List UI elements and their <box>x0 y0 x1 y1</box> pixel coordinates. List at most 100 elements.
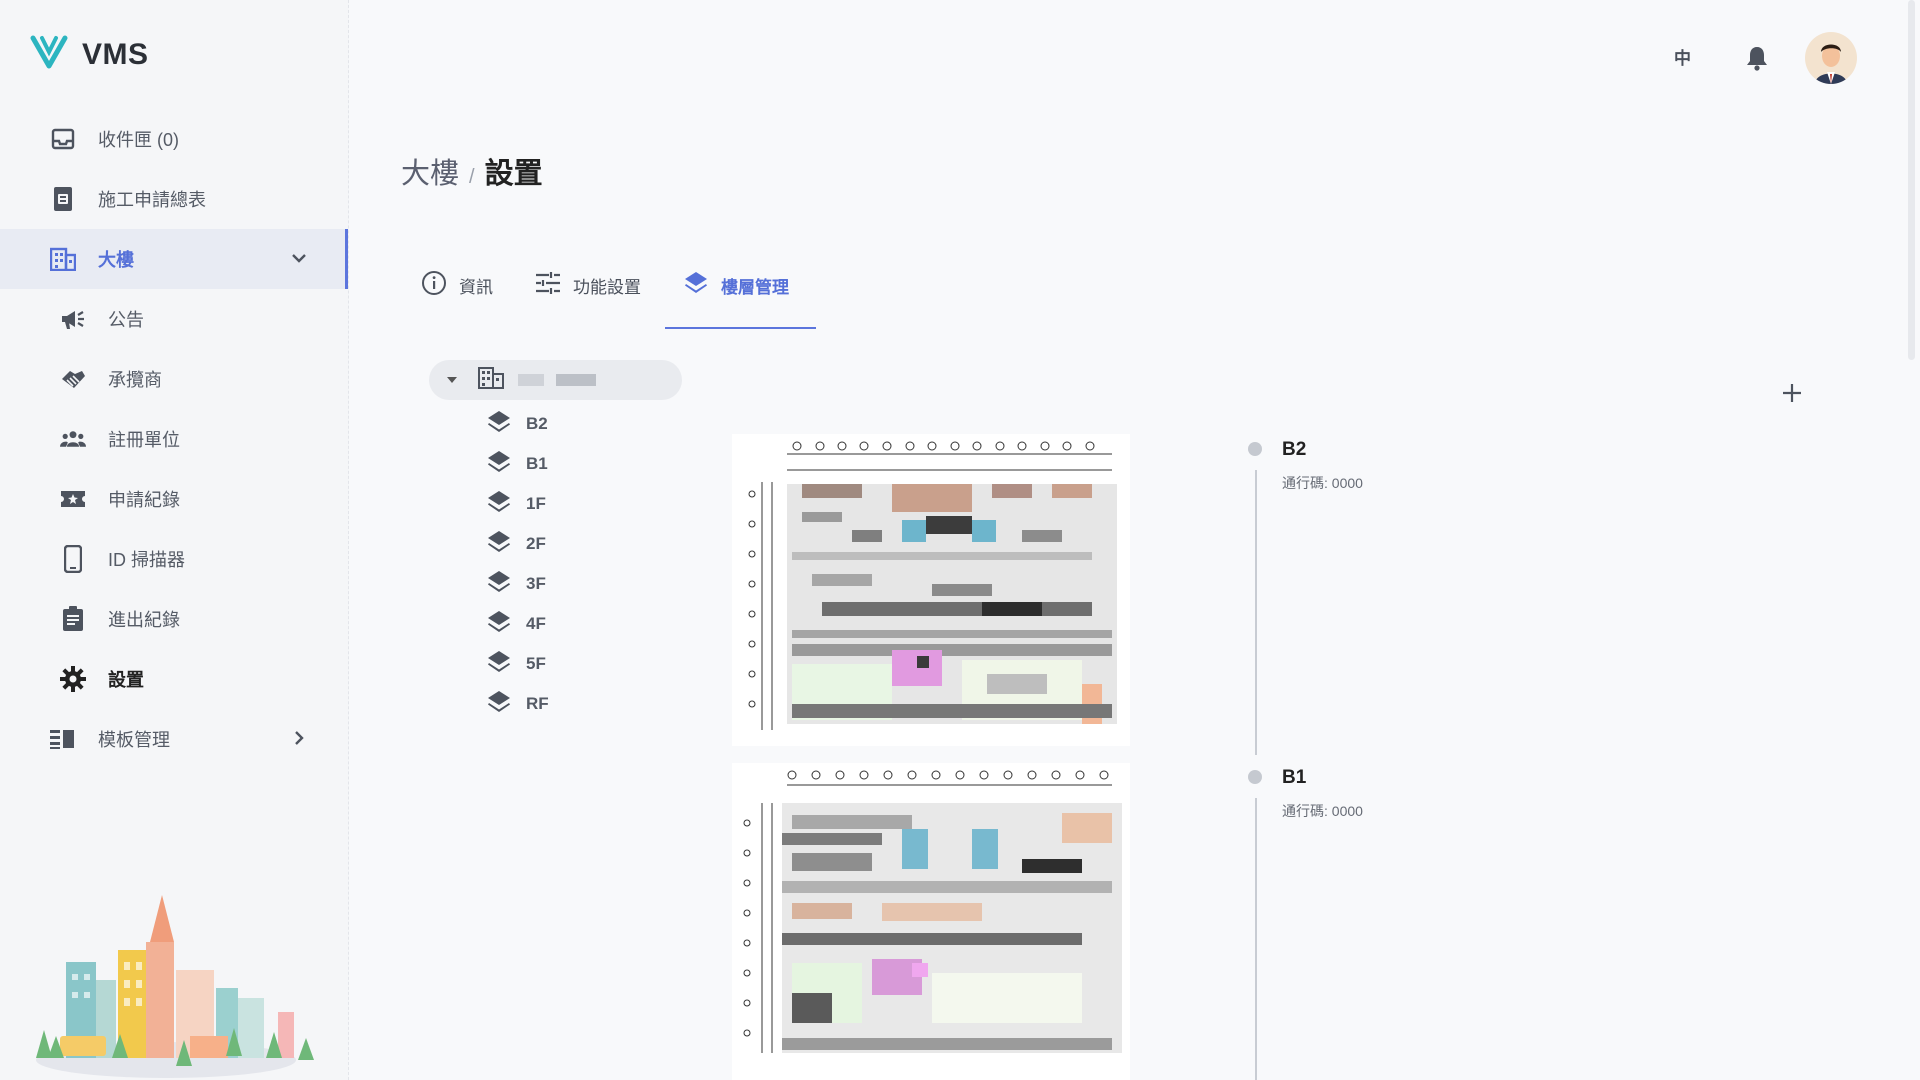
tab-info[interactable]: 資訊 <box>421 265 493 305</box>
city-illustration <box>26 880 326 1080</box>
template-icon <box>50 726 76 752</box>
breadcrumb: 大樓 / 設置 <box>401 150 543 192</box>
user-avatar[interactable] <box>1805 32 1857 84</box>
sidebar-item-construction-summary[interactable]: 施工申請總表 <box>0 169 348 229</box>
floor-label: RF <box>526 694 549 713</box>
clipboard-icon <box>60 606 86 632</box>
sidebar-item-building[interactable]: 大樓 <box>0 229 348 289</box>
tree-floor-item[interactable]: RF <box>486 684 549 724</box>
layers-icon <box>486 489 512 520</box>
tab-bar: 資訊 功能設置 樓層管理 <box>421 265 831 305</box>
floor-passcode-b2: 通行碼: 0000 <box>1282 475 1363 491</box>
sidebar-item-access-records[interactable]: 進出紀錄 <box>0 589 348 649</box>
timeline-line <box>1255 470 1257 755</box>
sidebar: VMS 收件匣 (0) 施工申請總表 大樓 公告 承攬商 註冊單位 申請紀錄 I… <box>0 0 349 1080</box>
building-icon <box>478 366 504 394</box>
tree-floor-item[interactable]: B1 <box>486 444 549 484</box>
tab-function-settings[interactable]: 功能設置 <box>535 265 641 305</box>
plus-icon <box>1781 384 1803 408</box>
ticket-icon <box>60 486 86 512</box>
sidebar-item-id-scanner[interactable]: ID 掃描器 <box>0 529 348 589</box>
sidebar-item-label: 申請紀錄 <box>108 490 180 510</box>
tab-label: 資訊 <box>459 277 493 297</box>
floor-name-b1: B1 <box>1282 767 1307 788</box>
megaphone-icon <box>60 306 86 332</box>
floor-label: 5F <box>526 654 546 673</box>
tree-floor-item[interactable]: 5F <box>486 644 549 684</box>
sidebar-item-application-records[interactable]: 申請紀錄 <box>0 469 348 529</box>
sidebar-item-label: 設置 <box>108 670 144 690</box>
inbox-icon <box>50 126 76 152</box>
layers-icon <box>683 270 709 301</box>
tree-root-building[interactable] <box>429 360 682 400</box>
floor-label: B1 <box>526 454 548 473</box>
sidebar-item-label: 收件匣 (0) <box>98 130 179 150</box>
gear-icon <box>60 666 86 692</box>
active-tab-indicator <box>665 327 816 329</box>
timeline-dot <box>1248 442 1262 456</box>
sidebar-nav: 收件匣 (0) 施工申請總表 大樓 公告 承攬商 註冊單位 申請紀錄 ID 掃描… <box>0 109 348 769</box>
app-name: VMS <box>82 37 149 71</box>
layers-icon <box>486 529 512 560</box>
tab-floor-management[interactable]: 樓層管理 <box>683 265 789 305</box>
page-title: 設置 <box>484 158 543 190</box>
sidebar-item-label: 施工申請總表 <box>98 190 206 210</box>
caret-down-icon[interactable] <box>446 371 458 389</box>
sidebar-item-announcements[interactable]: 公告 <box>0 289 348 349</box>
floor-tree: B2 B1 1F 2F 3F 4F 5F RF <box>486 404 549 724</box>
tree-floor-item[interactable]: 4F <box>486 604 549 644</box>
redacted-building-name <box>556 374 596 386</box>
layers-icon <box>486 689 512 720</box>
tree-floor-item[interactable]: 3F <box>486 564 549 604</box>
tree-floor-item[interactable]: 1F <box>486 484 549 524</box>
redacted-building-name <box>518 374 544 386</box>
tab-label: 功能設置 <box>573 277 641 297</box>
floor-label: 3F <box>526 574 546 593</box>
sidebar-item-label: 模板管理 <box>98 730 170 750</box>
phone-icon <box>60 545 86 573</box>
floor-plan-image-b2[interactable] <box>732 434 1130 746</box>
breadcrumb-separator: / <box>469 166 475 188</box>
add-floor-button[interactable] <box>1781 382 1803 409</box>
bell-icon[interactable] <box>1745 45 1769 76</box>
document-icon <box>50 186 76 212</box>
sidebar-item-label: 進出紀錄 <box>108 610 180 630</box>
sidebar-item-label: 註冊單位 <box>108 430 180 450</box>
chevron-down-icon <box>288 247 310 274</box>
brand[interactable]: VMS <box>30 34 149 75</box>
tree-floor-item[interactable]: 2F <box>486 524 549 564</box>
timeline-line <box>1255 798 1257 1080</box>
layers-icon <box>486 449 512 480</box>
floor-plan-image-b1[interactable] <box>732 763 1130 1080</box>
floor-label: 2F <box>526 534 546 553</box>
sidebar-item-inbox[interactable]: 收件匣 (0) <box>0 109 348 169</box>
sliders-icon <box>535 271 561 300</box>
floor-label: B2 <box>526 414 548 433</box>
layers-icon <box>486 569 512 600</box>
sidebar-item-registered-units[interactable]: 註冊單位 <box>0 409 348 469</box>
layers-icon <box>486 649 512 680</box>
timeline-dot <box>1248 770 1262 784</box>
layers-icon <box>486 409 512 440</box>
breadcrumb-parent[interactable]: 大樓 <box>401 150 459 192</box>
vms-logo-icon <box>30 34 68 75</box>
chevron-right-icon <box>288 727 310 754</box>
language-toggle[interactable]: 中 <box>1674 44 1691 69</box>
floor-name-b2: B2 <box>1282 439 1307 460</box>
sidebar-item-templates[interactable]: 模板管理 <box>0 709 348 769</box>
sidebar-item-contractors[interactable]: 承攬商 <box>0 349 348 409</box>
floor-passcode-b1: 通行碼: 0000 <box>1282 803 1363 819</box>
building-icon <box>50 246 76 272</box>
sidebar-item-label: 公告 <box>108 310 144 330</box>
sidebar-item-label: 承攬商 <box>108 370 162 390</box>
floor-label: 1F <box>526 494 546 513</box>
info-icon <box>421 270 447 301</box>
page-scrollbar[interactable] <box>1908 0 1915 360</box>
sidebar-item-settings[interactable]: 設置 <box>0 649 348 709</box>
people-icon <box>60 426 86 452</box>
tree-floor-item[interactable]: B2 <box>486 404 549 444</box>
sidebar-item-label: ID 掃描器 <box>108 550 186 570</box>
handshake-icon <box>60 366 86 392</box>
floor-label: 4F <box>526 614 546 633</box>
sidebar-item-label: 大樓 <box>98 250 134 270</box>
